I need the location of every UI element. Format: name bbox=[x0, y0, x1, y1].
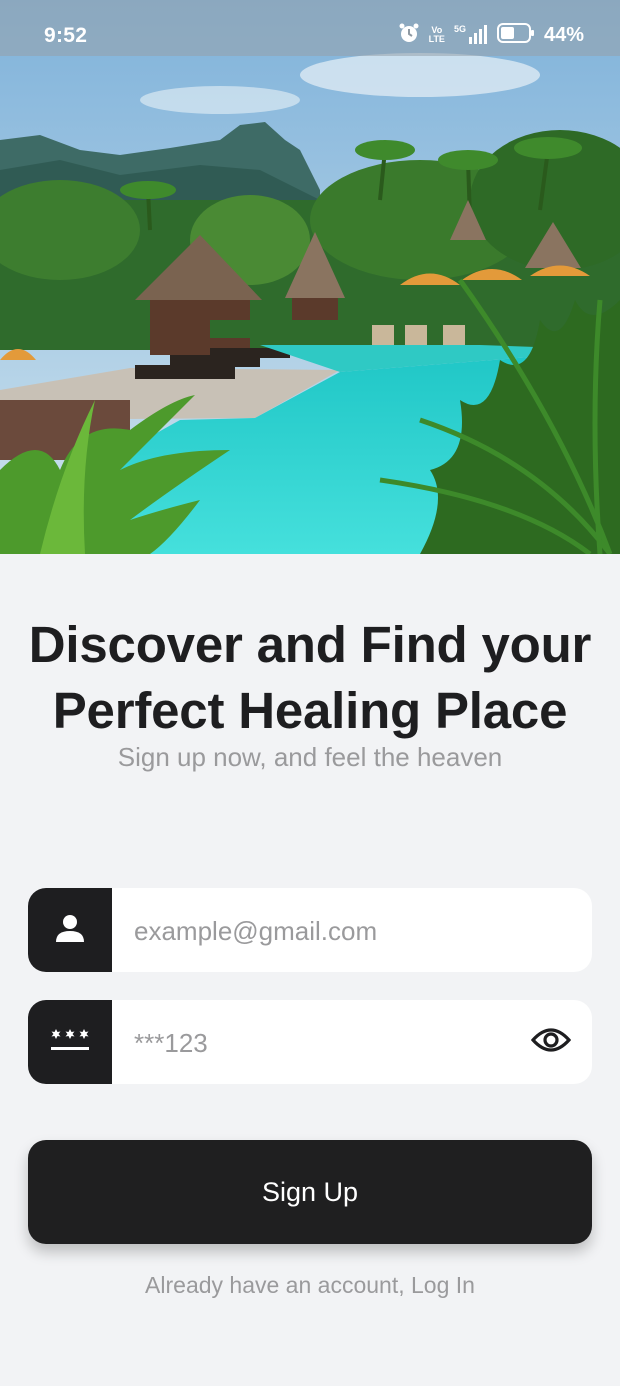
eye-icon bbox=[530, 1026, 572, 1059]
status-bar: 9:52 Vo LTE 5G 44% bbox=[0, 0, 620, 56]
status-icons: Vo LTE 5G 44% bbox=[398, 22, 584, 48]
password-input[interactable] bbox=[132, 1000, 516, 1084]
sign-up-button[interactable]: Sign Up bbox=[28, 1140, 592, 1244]
network-type-label: 5G bbox=[453, 24, 466, 34]
signal-icon: 5G bbox=[454, 25, 488, 45]
email-field bbox=[28, 888, 592, 972]
password-field bbox=[28, 1000, 592, 1084]
password-dots-icon bbox=[50, 1027, 90, 1058]
volte-indicator: Vo LTE bbox=[429, 26, 445, 44]
log-in-link[interactable]: Already have an account, Log In bbox=[0, 1272, 620, 1299]
password-icon-box bbox=[28, 1000, 112, 1084]
email-icon-box bbox=[28, 888, 112, 972]
title-line-2: Perfect Healing Place bbox=[52, 682, 568, 739]
volte-bottom-label: LTE bbox=[428, 34, 445, 44]
title-line-1: Discover and Find your bbox=[28, 616, 592, 673]
page-subtitle: Sign up now, and feel the heaven bbox=[117, 742, 503, 772]
hero-image bbox=[0, 0, 620, 554]
alarm-clock-icon bbox=[398, 22, 420, 49]
resort-pool-illustration bbox=[0, 0, 620, 554]
page-title: Discover and Find your Perfect Healing P… bbox=[0, 612, 620, 744]
battery-icon bbox=[496, 22, 535, 49]
email-input[interactable] bbox=[132, 888, 516, 972]
status-time: 9:52 bbox=[44, 24, 88, 47]
person-icon bbox=[54, 912, 86, 949]
show-password-toggle[interactable] bbox=[530, 1024, 572, 1060]
battery-percent: 44% bbox=[543, 23, 584, 46]
